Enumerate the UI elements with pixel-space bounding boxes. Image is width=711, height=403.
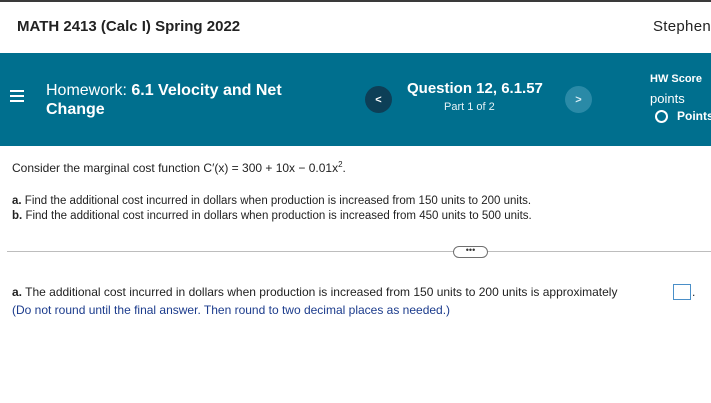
hw-score-title: HW Score [650, 73, 702, 85]
problem-part-b: b. Find the additional cost incurred in … [12, 210, 532, 222]
homework-header: Homework: 6.1 Velocity and Net Change < … [0, 53, 711, 146]
expand-more-button[interactable]: ••• [453, 246, 488, 258]
question-title: Question 12, 6.1.57 [407, 80, 543, 97]
answer-text: The additional cost incurred in dollars … [25, 285, 618, 299]
radio-circle-icon[interactable] [655, 110, 668, 123]
user-name[interactable]: Stephen [653, 18, 711, 35]
hw-score-points-label: points [650, 91, 685, 106]
answer-label: a. [12, 285, 23, 299]
part-b-text: Find the additional cost incurred in dol… [25, 210, 532, 222]
next-question-button[interactable]: > [565, 86, 592, 113]
question-points-toggle[interactable]: Points [677, 109, 711, 123]
prompt-end: . [342, 161, 346, 175]
part-a-label: a. [12, 195, 22, 207]
answer-input[interactable] [673, 284, 691, 300]
section-divider [7, 251, 711, 252]
course-header: MATH 2413 (Calc I) Spring 2022 Stephen [0, 2, 711, 53]
homework-prefix: Homework: [46, 82, 127, 99]
question-part: Part 1 of 2 [444, 101, 495, 113]
answer-statement: a. The additional cost incurred in dolla… [12, 285, 617, 299]
prompt-text: Consider the marginal cost function C′(x… [12, 161, 339, 175]
part-b-label: b. [12, 210, 23, 222]
part-a-text: Find the additional cost incurred in dol… [24, 195, 532, 207]
rounding-hint: (Do not round until the final answer. Th… [12, 303, 451, 317]
answer-end: . [692, 285, 696, 299]
problem-prompt: Consider the marginal cost function C′(x… [12, 160, 346, 175]
homework-title: Homework: 6.1 Velocity and Net Change [46, 81, 336, 119]
previous-question-button[interactable]: < [365, 86, 392, 113]
chevron-left-icon: < [375, 93, 382, 106]
course-title[interactable]: MATH 2413 (Calc I) Spring 2022 [17, 18, 240, 35]
hamburger-menu-icon[interactable] [10, 89, 24, 103]
problem-part-a: a. Find the additional cost incurred in … [12, 195, 531, 207]
chevron-right-icon: > [575, 93, 582, 106]
